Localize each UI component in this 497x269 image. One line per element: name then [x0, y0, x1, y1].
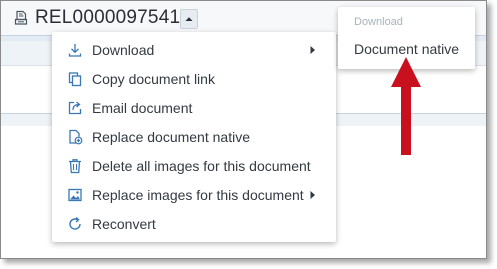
document-actions-menu: Download Copy document link Email docume…	[52, 32, 336, 242]
expand-menu-button[interactable]	[180, 9, 198, 29]
screenshot-frame: REL0000097541 Download Copy document lin…	[0, 0, 487, 259]
menu-item-delete-images[interactable]: Delete all images for this document	[52, 151, 336, 180]
submenu-item-label: Document native	[354, 41, 460, 57]
chevron-right-icon	[310, 45, 315, 54]
menu-item-label: Reconvert	[92, 215, 156, 232]
menu-item-label: Email document	[92, 99, 193, 116]
menu-item-label: Replace document native	[92, 128, 250, 145]
menu-item-reconvert[interactable]: Reconvert	[52, 209, 336, 238]
document-id: REL0000097541	[35, 7, 181, 28]
menu-item-replace-native[interactable]: Replace document native	[52, 122, 336, 151]
refresh-icon	[66, 215, 84, 233]
menu-item-email[interactable]: Email document	[52, 93, 336, 122]
menu-item-label: Delete all images for this document	[92, 157, 311, 174]
download-icon	[66, 41, 84, 59]
chevron-right-icon	[310, 190, 315, 199]
menu-item-label: Download	[92, 41, 155, 58]
menu-item-download[interactable]: Download	[52, 35, 336, 64]
chevron-up-icon	[185, 17, 193, 21]
trash-icon	[66, 157, 84, 175]
menu-item-copy-link[interactable]: Copy document link	[52, 64, 336, 93]
file-add-icon	[66, 128, 84, 146]
callout-arrow-icon	[391, 57, 421, 155]
menu-item-replace-images[interactable]: Replace images for this document	[52, 180, 336, 209]
image-icon	[66, 186, 84, 204]
submenu-header: Download	[354, 16, 403, 28]
menu-item-label: Replace images for this document	[92, 186, 304, 203]
copy-icon	[66, 70, 84, 88]
menu-item-label: Copy document link	[92, 70, 215, 87]
share-icon	[66, 99, 84, 117]
document-stack-icon	[14, 10, 28, 25]
